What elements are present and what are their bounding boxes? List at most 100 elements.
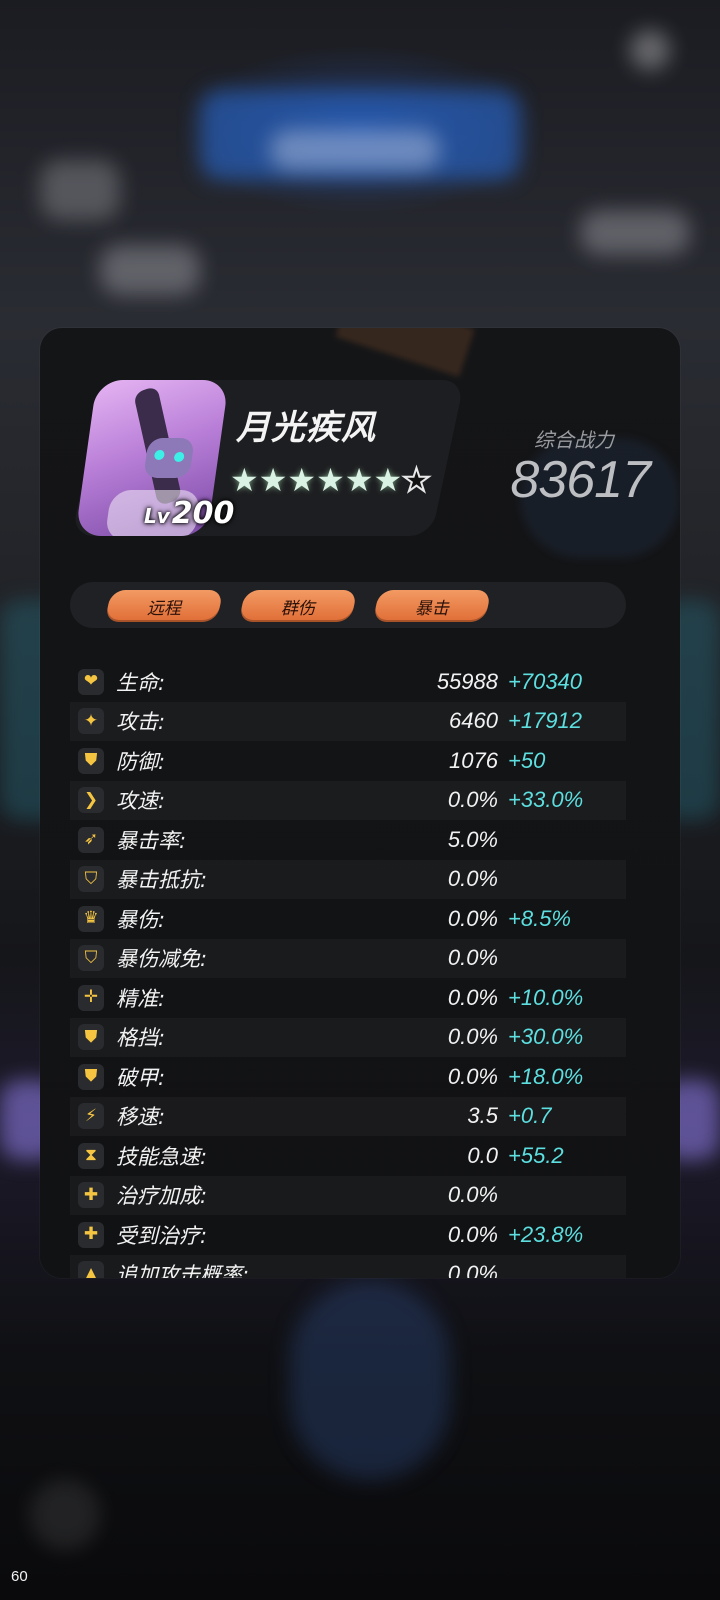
stat-label: 技能急速: [116,1144,208,1169]
broken-shield-icon: ⛊ [78,1063,104,1090]
hourglass-icon: ⧗ [78,1142,104,1169]
block-shield-icon: ⛊ [78,1024,104,1051]
stat-bonus: +30.0% [508,1024,584,1050]
star-filled-icon: ★ [287,461,317,499]
stat-label: 移速: [116,1105,166,1130]
stat-bonus: +23.8% [508,1221,584,1247]
stats-list[interactable]: ❤ 生命: 55988 +70340 ✦ 攻击: 6460 +17912 ⛊ 防御: 1076 +50… [70,662,626,1278]
stat-row: ⛉ 暴击抵抗: 0.0% [70,860,626,900]
stat-row: ✦ 攻击: 6460 +17912 [70,702,626,742]
stat-label: 暴击率: [116,828,187,853]
stat-label: 生命: [116,670,166,695]
stat-label: 攻速: [116,789,166,814]
shield-outline-icon: ⛉ [78,866,104,893]
heart-icon: ❤ [78,668,104,695]
shield-icon: ⛊ [78,747,104,774]
up-arrow-icon: ▲ [78,1261,104,1278]
stat-label: 破甲: [116,1065,166,1090]
stat-value: 3.5 [467,1103,498,1129]
character-detail-panel: Lv200 月光疾风 ★ ★ ★ ★ ★ ★ ★ 综合战力 83617 远程 群伤 暴击 ❤… [40,328,680,1278]
stat-row: ✛ 精准: 0.0% +10.0% [70,978,626,1018]
stat-label: 暴伤: [116,907,166,932]
star-filled-icon: ★ [230,461,259,499]
stat-row: ✚ 受到治疗: 0.0% +23.8% [70,1215,626,1255]
power-label: 综合战力 [534,428,614,452]
stat-value: 0.0% [447,905,498,931]
star-filled-icon: ★ [258,461,288,499]
tag-crit[interactable]: 暴击 [372,590,492,622]
fps-counter: 60 [11,1568,28,1585]
stat-label: 追加攻击概率: [116,1263,250,1278]
stat-bonus: +33.0% [508,787,584,813]
tag-bar: 远程 群伤 暴击 [70,582,626,628]
stat-row: ♛ 暴伤: 0.0% +8.5% [70,899,626,939]
stat-bonus: +8.5% [508,905,571,931]
shield-bolt-icon: ⛉ [78,945,104,972]
stat-bonus: +50 [508,747,546,773]
stat-label: 暴伤减免: [116,947,208,972]
plus-cross-icon: ✚ [78,1221,104,1248]
stat-value: 5.0% [447,826,498,852]
stat-label: 暴击抵抗: [116,868,208,893]
stat-bonus: +18.0% [508,1063,584,1089]
chevron-right-icon: ❯ [78,787,104,814]
stat-value: 55988 [436,668,498,694]
stat-value: 0.0% [447,1182,498,1208]
stat-value: 0.0% [447,866,498,892]
stat-bonus: +70340 [508,668,583,694]
stat-value: 0.0 [467,1142,498,1168]
stat-row: ⛉ 暴伤减免: 0.0% [70,939,626,979]
stat-label: 格挡: [116,1026,166,1051]
stat-row: ➶ 暴击率: 5.0% [70,820,626,860]
crown-icon: ♛ [78,905,104,932]
stat-row: ⛊ 防御: 1076 +50 [70,741,626,781]
tag-aoe[interactable]: 群伤 [238,590,358,622]
power-value: 83617 [510,451,651,509]
stat-row: ⧗ 技能急速: 0.0 +55.2 [70,1136,626,1176]
star-empty-icon: ★ [401,461,432,499]
tag-label: 群伤 [281,598,315,619]
level-prefix: Lv [144,504,170,528]
tag-ranged[interactable]: 远程 [104,590,224,622]
stat-row: ▲ 追加攻击概率: 0.0% [70,1255,626,1278]
stat-value: 0.0% [447,1024,498,1050]
stat-bonus: +55.2 [508,1142,564,1168]
stat-value: 1076 [449,747,498,773]
plus-cross-icon: ✚ [78,1182,104,1209]
stat-value: 0.0% [447,1063,498,1089]
feather-icon: ➶ [78,826,104,853]
stat-label: 治疗加成: [116,1184,208,1209]
panel-decoration [335,328,475,377]
stat-value: 0.0% [447,945,498,971]
stat-row: ❯ 攻速: 0.0% +33.0% [70,781,626,821]
stat-value: 6460 [449,708,498,734]
stat-label: 攻击: [116,710,166,735]
star-rating: ★ ★ ★ ★ ★ ★ ★ [230,461,432,499]
star-filled-icon: ★ [373,461,403,499]
star-filled-icon: ★ [316,461,345,499]
stat-value: 0.0% [447,984,498,1010]
level-value: 200 [171,496,235,531]
stat-label: 精准: [116,986,166,1011]
stat-row: ⛊ 格挡: 0.0% +30.0% [70,1018,626,1058]
sparkle-icon: ✦ [78,708,104,735]
stat-label: 防御: [116,749,166,774]
stat-bonus: +17912 [508,708,583,734]
stat-row: ⚡ 移速: 3.5 +0.7 [70,1097,626,1137]
tag-label: 远程 [147,598,181,619]
stat-label: 受到治疗: [116,1223,208,1248]
character-name: 月光疾风 [236,408,376,448]
star-filled-icon: ★ [344,461,374,499]
stat-bonus: +10.0% [508,984,584,1010]
stat-value: 0.0% [447,1261,498,1278]
level-badge: Lv200 [144,496,234,531]
stat-row: ⛊ 破甲: 0.0% +18.0% [70,1057,626,1097]
stat-row: ❤ 生命: 55988 +70340 [70,662,626,702]
stat-bonus: +0.7 [508,1103,552,1129]
stat-row: ✚ 治疗加成: 0.0% [70,1176,626,1216]
stat-value: 0.0% [447,1221,498,1247]
stat-value: 0.0% [447,787,498,813]
crosshair-icon: ✛ [78,984,104,1011]
tag-label: 暴击 [415,598,449,619]
lightning-icon: ⚡ [78,1103,104,1130]
